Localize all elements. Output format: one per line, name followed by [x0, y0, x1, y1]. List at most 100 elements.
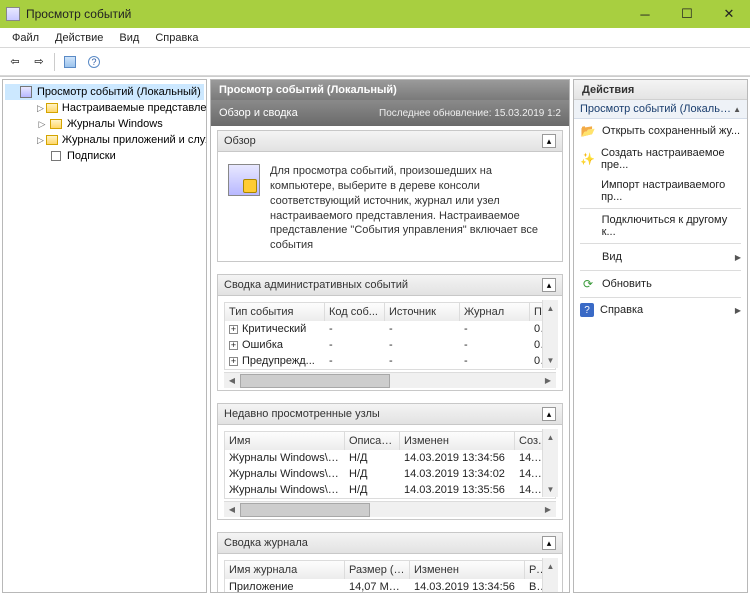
col-size[interactable]: Размер (Т...	[345, 561, 410, 579]
create-view-icon: ✨	[580, 151, 595, 167]
table-row[interactable]: Приложение 14,07 МБ/... 14.03.2019 13:34…	[225, 579, 555, 592]
horizontal-scrollbar[interactable]: ◀▶	[224, 372, 556, 388]
recent-nodes-head[interactable]: Недавно просмотренные узлы ▴	[218, 404, 562, 425]
subscription-icon	[49, 149, 63, 163]
forward-button[interactable]: ⇨	[28, 51, 50, 73]
menu-help[interactable]: Справка	[147, 30, 206, 46]
help-toolbar-button[interactable]: ?	[83, 51, 105, 73]
tree-custom-views[interactable]: ▷ Настраиваемые представления	[5, 100, 204, 116]
recent-nodes-section: Недавно просмотренные узлы ▴ Имя Описани…	[217, 403, 563, 520]
collapse-icon[interactable]: ▴	[542, 278, 556, 292]
collapse-icon[interactable]: ▴	[542, 407, 556, 421]
vertical-scrollbar[interactable]: ▲▼	[542, 300, 558, 368]
tree-subscriptions[interactable]: Подписки	[5, 148, 204, 164]
expand-icon[interactable]: ▷	[37, 119, 47, 130]
table-row[interactable]: Журналы Windows\При... Н/Д 14.03.2019 13…	[225, 450, 555, 466]
show-tree-button[interactable]	[59, 51, 81, 73]
tree-label: Журналы приложений и служб	[62, 134, 207, 146]
tree-root[interactable]: Просмотр событий (Локальный)	[5, 84, 204, 100]
collapse-icon[interactable]: ▴	[542, 536, 556, 550]
cell-name: Журналы Windows\Сис...	[225, 466, 345, 482]
table-row[interactable]: +Критический - - - 0	[225, 321, 555, 337]
collapse-icon[interactable]: ▴	[542, 134, 556, 148]
minimize-button[interactable]: ─	[624, 0, 666, 28]
action-open-saved-log[interactable]: 📂 Открыть сохраненный жу...	[574, 119, 747, 143]
menu-bar: Файл Действие Вид Справка	[0, 28, 750, 48]
cell-mod: 14.03.2019 13:34:02	[400, 466, 515, 482]
col-mod[interactable]: Изменен	[410, 561, 525, 579]
workspace: Просмотр событий (Локальный) ▷ Настраива…	[0, 76, 750, 595]
log-summary-head[interactable]: Сводка журнала ▴	[218, 533, 562, 554]
col-desc[interactable]: Описание	[345, 432, 400, 450]
window-title: Просмотр событий	[26, 7, 624, 21]
maximize-button[interactable]: ☐	[666, 0, 708, 28]
center-header: Просмотр событий (Локальный)	[211, 80, 569, 100]
col-src[interactable]: Источник	[385, 303, 460, 321]
scrollbar-thumb[interactable]	[240, 503, 370, 517]
scroll-right-icon[interactable]: ▶	[540, 374, 556, 388]
center-body[interactable]: Обзор ▴ Для просмотра событий, произошед…	[211, 126, 569, 592]
table-header: Имя журнала Размер (Т... Изменен Разреш	[225, 561, 555, 579]
overview-title: Обзор и сводка	[219, 107, 359, 119]
scroll-down-icon[interactable]: ▼	[543, 352, 558, 368]
scroll-left-icon[interactable]: ◀	[224, 503, 240, 517]
scroll-up-icon[interactable]: ▲	[543, 300, 558, 316]
col-type[interactable]: Тип события	[225, 303, 325, 321]
col-log[interactable]: Журнал	[460, 303, 530, 321]
menu-file[interactable]: Файл	[4, 30, 47, 46]
import-icon	[580, 183, 595, 199]
table-row[interactable]: Журналы Windows\Уст... Н/Д 14.03.2019 13…	[225, 482, 555, 498]
action-create-custom-view[interactable]: ✨ Создать настраиваемое пре...	[574, 143, 747, 175]
action-view[interactable]: Вид ▶	[574, 245, 747, 269]
tree-windows-logs[interactable]: ▷ Журналы Windows	[5, 116, 204, 132]
scroll-right-icon[interactable]: ▶	[540, 503, 556, 517]
plus-icon[interactable]: +	[229, 357, 238, 366]
table-header: Тип события Код соб... Источник Журнал П…	[225, 303, 555, 321]
table-row[interactable]: +Предупрежд... - - - 0	[225, 353, 555, 369]
menu-view[interactable]: Вид	[111, 30, 147, 46]
action-connect-another-computer[interactable]: Подключиться к другому к...	[574, 210, 747, 242]
recent-nodes-table: Имя Описание Изменен Создан Журналы Wind…	[224, 431, 556, 499]
tree-panel[interactable]: Просмотр событий (Локальный) ▷ Настраива…	[2, 79, 207, 593]
horizontal-scrollbar[interactable]: ◀▶	[224, 501, 556, 517]
col-name[interactable]: Имя	[225, 432, 345, 450]
back-button[interactable]: ⇦	[4, 51, 26, 73]
menu-action[interactable]: Действие	[47, 30, 111, 46]
tree-label: Настраиваемые представления	[62, 102, 207, 114]
plus-icon[interactable]: +	[229, 341, 238, 350]
scroll-left-icon[interactable]: ◀	[224, 374, 240, 388]
admin-summary-head[interactable]: Сводка административных событий ▴	[218, 275, 562, 296]
action-separator	[580, 208, 741, 209]
table-header: Имя Описание Изменен Создан	[225, 432, 555, 450]
overview-header: Обзор и сводка Последнее обновление: 15.…	[211, 100, 569, 126]
close-button[interactable]: ✕	[708, 0, 750, 28]
tree-app-logs[interactable]: ▷ Журналы приложений и служб	[5, 132, 204, 148]
cell-desc: Н/Д	[345, 466, 400, 482]
action-label: Справка	[600, 304, 643, 316]
table-row[interactable]: +Ошибка - - - 0	[225, 337, 555, 353]
col-id[interactable]: Код соб...	[325, 303, 385, 321]
cell-mod: 14.03.2019 13:35:56	[400, 482, 515, 498]
action-help[interactable]: ? Справка ▶	[574, 299, 747, 321]
scroll-down-icon[interactable]: ▼	[543, 481, 558, 497]
folder-icon	[49, 117, 63, 131]
expand-icon[interactable]: ▷	[37, 103, 44, 114]
col-mod[interactable]: Изменен	[400, 432, 515, 450]
overview-section-head[interactable]: Обзор ▴	[218, 131, 562, 152]
expand-icon[interactable]: ▷	[37, 135, 44, 146]
scroll-up-icon[interactable]: ▲	[543, 558, 558, 574]
overview-section-body: Для просмотра событий, произошедших на к…	[218, 152, 562, 261]
scrollbar-thumb[interactable]	[240, 374, 390, 388]
caret-right-icon: ▶	[735, 253, 741, 262]
action-import-custom-view[interactable]: Импорт настраиваемого пр...	[574, 175, 747, 207]
scroll-up-icon[interactable]: ▲	[543, 429, 558, 445]
section-title: Сводка журнала	[224, 537, 542, 549]
actions-group-header[interactable]: Просмотр событий (Локальный) ▲	[574, 100, 747, 119]
vertical-scrollbar[interactable]: ▲▼	[542, 558, 558, 592]
col-name[interactable]: Имя журнала	[225, 561, 345, 579]
title-bar: Просмотр событий ─ ☐ ✕	[0, 0, 750, 28]
vertical-scrollbar[interactable]: ▲▼	[542, 429, 558, 497]
plus-icon[interactable]: +	[229, 325, 238, 334]
table-row[interactable]: Журналы Windows\Сис... Н/Д 14.03.2019 13…	[225, 466, 555, 482]
action-refresh[interactable]: ⟳ Обновить	[574, 272, 747, 296]
